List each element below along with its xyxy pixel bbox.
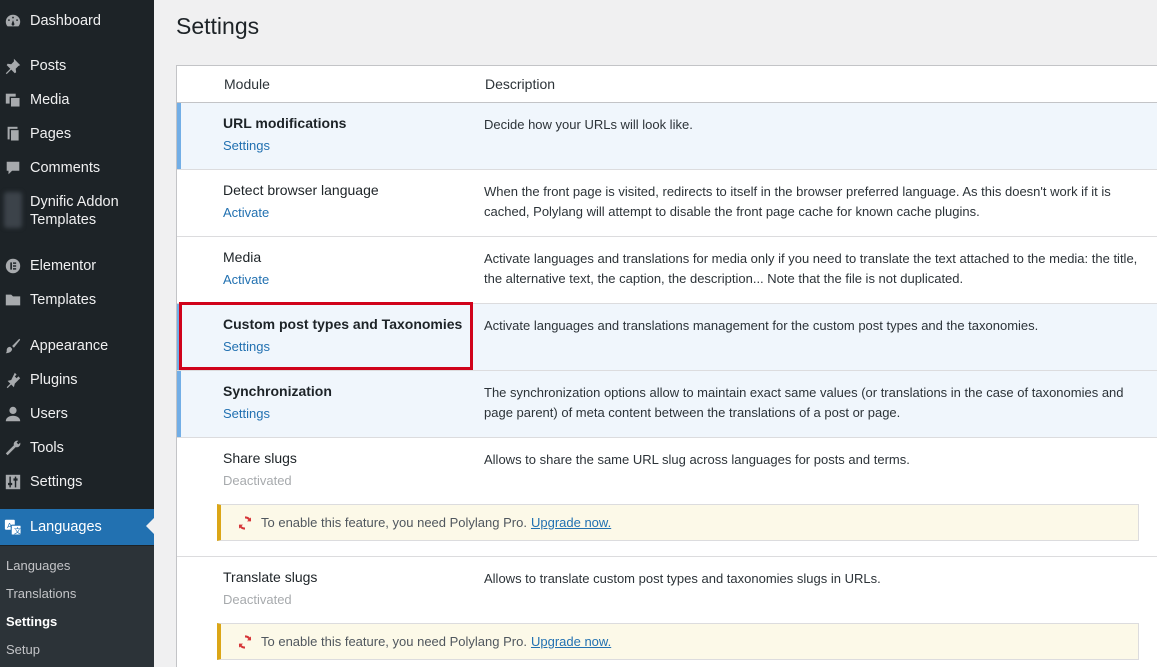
table-row: Translate slugs Deactivated Allows to tr… <box>177 557 1157 667</box>
table-row: Custom post types and Taxonomies Setting… <box>177 304 1157 371</box>
menu-comments[interactable]: Comments <box>0 158 154 180</box>
menu-label: Plugins <box>30 372 78 388</box>
sliders-icon <box>3 472 23 492</box>
table-row: Detect browser language Activate When th… <box>177 170 1157 237</box>
submenu-languages[interactable]: Languages <box>6 558 70 573</box>
upgrade-now-link[interactable]: Upgrade now. <box>531 515 611 530</box>
module-title: Media <box>223 249 262 265</box>
admin-sidebar: Dashboard Posts Media Pages Comments Dyn… <box>0 0 154 667</box>
folder-icon <box>3 290 23 310</box>
module-description: When the front page is visited, redirect… <box>484 184 1111 219</box>
user-icon <box>3 404 23 424</box>
module-title: URL modifications <box>223 115 347 131</box>
module-title: Custom post types and Taxonomies <box>223 316 463 332</box>
menu-label: Templates <box>30 292 97 308</box>
languages-submenu: Languages Translations Settings Setup <box>0 546 154 667</box>
blurred-icon <box>3 192 23 228</box>
menu-media[interactable]: Media <box>0 90 154 112</box>
module-title: Detect browser language <box>223 182 379 198</box>
table-row: URL modifications Settings Decide how yo… <box>177 103 1157 170</box>
refresh-icon <box>236 514 254 532</box>
comment-icon <box>3 158 23 178</box>
module-settings-link[interactable]: Settings <box>223 406 270 421</box>
menu-label: Languages <box>30 519 102 535</box>
table-row: Media Activate Activate languages and tr… <box>177 237 1157 304</box>
column-header-module: Module <box>224 76 270 92</box>
menu-label: Pages <box>30 126 72 142</box>
module-description: Allows to share the same URL slug across… <box>484 452 910 467</box>
svg-text:文: 文 <box>14 526 21 535</box>
module-activate-link[interactable]: Activate <box>223 272 269 287</box>
menu-languages[interactable]: A文 Languages <box>0 509 154 545</box>
table-row: Share slugs Deactivated Allows to share … <box>177 438 1157 557</box>
menu-label: Media <box>30 92 70 108</box>
menu-plugins[interactable]: Plugins <box>0 370 154 392</box>
module-description: Activate languages and translations for … <box>484 251 1138 286</box>
module-description: Activate languages and translations mana… <box>484 318 1039 333</box>
menu-users[interactable]: Users <box>0 404 154 426</box>
submenu-settings[interactable]: Settings <box>6 614 57 629</box>
svg-text:A: A <box>7 521 12 530</box>
wrench-icon <box>3 438 23 458</box>
notice-text: To enable this feature, you need Polylan… <box>261 634 527 649</box>
module-description: The synchronization options allow to mai… <box>484 385 1124 420</box>
menu-label: Comments <box>30 160 101 176</box>
module-title: Translate slugs <box>223 569 318 585</box>
table-row: Synchronization Settings The synchroniza… <box>177 371 1157 438</box>
module-title: Synchronization <box>223 383 332 399</box>
menu-settings[interactable]: Settings <box>0 472 154 494</box>
brush-icon <box>3 336 23 356</box>
current-menu-arrow <box>146 518 154 534</box>
module-deactivated-label: Deactivated <box>223 592 292 607</box>
submenu-translations[interactable]: Translations <box>6 586 76 601</box>
menu-appearance[interactable]: Appearance <box>0 336 154 358</box>
elementor-icon <box>3 256 23 276</box>
module-activate-link[interactable]: Activate <box>223 205 269 220</box>
menu-tools[interactable]: Tools <box>0 438 154 460</box>
menu-label: Tools <box>30 440 64 456</box>
module-deactivated-label: Deactivated <box>223 473 292 488</box>
menu-label: Elementor <box>30 258 97 274</box>
page-title: Settings <box>176 13 260 39</box>
notice-text: To enable this feature, you need Polylan… <box>261 515 527 530</box>
pages-icon <box>3 124 23 144</box>
menu-posts[interactable]: Posts <box>0 56 154 78</box>
menu-label: Dynific Addon Templates <box>30 194 119 228</box>
menu-label: Dashboard <box>30 13 101 29</box>
media-icon <box>3 90 23 110</box>
menu-pages[interactable]: Pages <box>0 124 154 146</box>
modules-table: Module Description URL modifications Set… <box>176 65 1157 667</box>
plugin-icon <box>3 370 23 390</box>
refresh-icon <box>236 633 254 651</box>
pushpin-icon <box>3 56 23 76</box>
table-header: Module Description <box>177 66 1157 103</box>
module-description: Decide how your URLs will look like. <box>484 117 693 132</box>
dashboard-icon <box>3 11 23 31</box>
module-settings-link[interactable]: Settings <box>223 339 270 354</box>
column-header-description: Description <box>485 76 556 92</box>
menu-label: Appearance <box>30 338 109 354</box>
menu-templates[interactable]: Templates <box>0 290 154 312</box>
upgrade-notice: To enable this feature, you need Polylan… <box>217 504 1139 541</box>
module-settings-link[interactable]: Settings <box>223 138 270 153</box>
menu-label: Settings <box>30 474 83 490</box>
translation-icon: A文 <box>3 517 23 537</box>
menu-dynific-addon-templates[interactable]: Dynific Addon Templates <box>0 192 154 232</box>
menu-label: Users <box>30 406 68 422</box>
module-description: Allows to translate custom post types an… <box>484 571 881 586</box>
menu-dashboard[interactable]: Dashboard <box>0 11 154 33</box>
upgrade-notice: To enable this feature, you need Polylan… <box>217 623 1139 660</box>
upgrade-now-link[interactable]: Upgrade now. <box>531 634 611 649</box>
module-title: Share slugs <box>223 450 297 466</box>
menu-elementor[interactable]: Elementor <box>0 256 154 278</box>
submenu-setup[interactable]: Setup <box>6 642 40 657</box>
menu-label: Posts <box>30 58 67 74</box>
